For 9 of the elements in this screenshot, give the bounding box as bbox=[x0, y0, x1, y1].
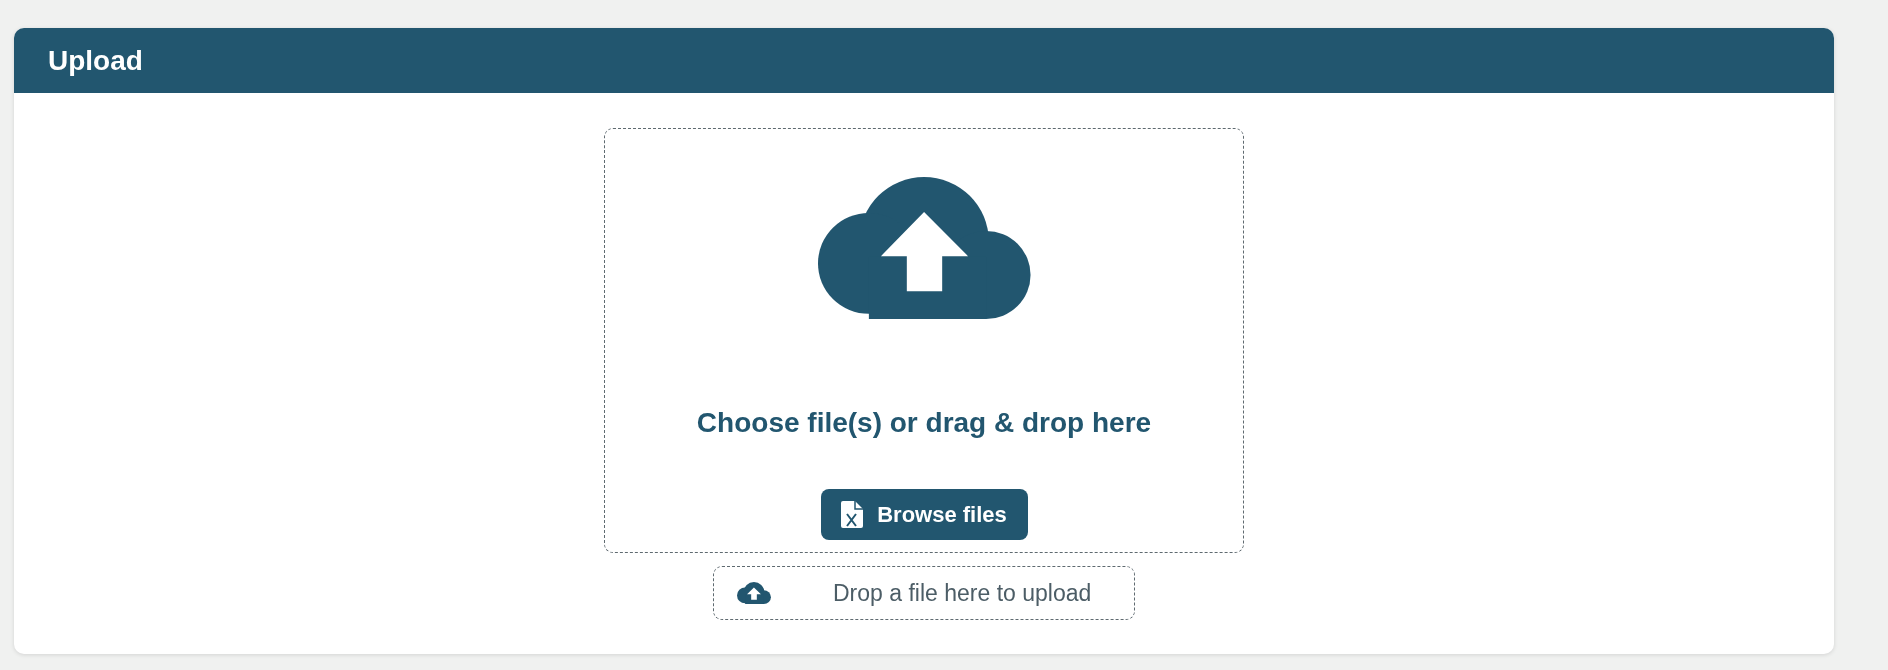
browse-files-button[interactable]: Browse files bbox=[820, 489, 1028, 540]
file-drop-area[interactable]: Drop a file here to upload bbox=[713, 566, 1135, 620]
cloud-upload-icon bbox=[737, 582, 771, 604]
card-title: Upload bbox=[48, 44, 143, 77]
cloud-upload-icon bbox=[817, 177, 1031, 319]
file-icon bbox=[841, 501, 864, 528]
drop-zone[interactable]: Choose file(s) or drag & drop here Browse files bbox=[604, 128, 1244, 553]
drop-prompt: Choose file(s) or drag & drop here bbox=[696, 406, 1152, 440]
drop-hint: Drop a file here to upload bbox=[833, 579, 1092, 607]
